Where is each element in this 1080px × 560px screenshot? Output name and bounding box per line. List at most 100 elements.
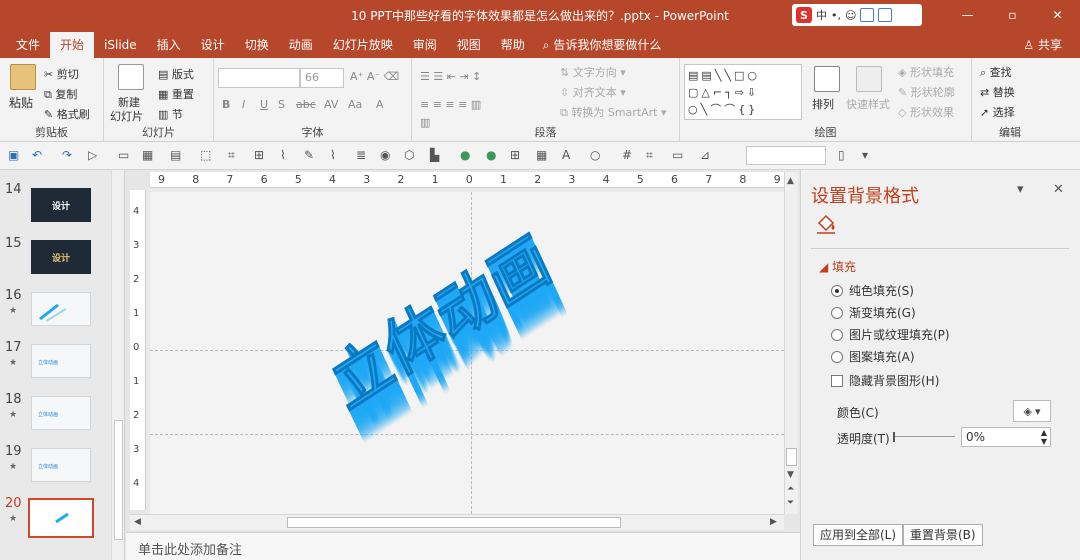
- align-qat-icon[interactable]: ⊞: [254, 148, 264, 162]
- ime-settings-icon[interactable]: [878, 8, 893, 22]
- image-icon[interactable]: ▦: [142, 148, 153, 162]
- eyedropper-icon[interactable]: ⌇: [280, 148, 286, 162]
- slide-canvas[interactable]: 立体动画 立体动画 立体动画 立体动画 立体动画 立体动画 立体动画 立体动画 立体动画 立体动画…: [150, 192, 784, 514]
- present-icon[interactable]: ▷: [88, 148, 97, 162]
- canvas-scroll-thumb[interactable]: [786, 448, 797, 466]
- find-button[interactable]: ⌕ 查找: [980, 64, 1012, 80]
- redo-icon[interactable]: ↷: [62, 148, 72, 162]
- tab-help[interactable]: 帮助: [491, 32, 535, 58]
- tab-design[interactable]: 设计: [191, 32, 235, 58]
- next-slide-icon[interactable]: ⏷: [787, 498, 794, 508]
- paste-button[interactable]: 粘贴: [9, 94, 33, 111]
- tab-animations[interactable]: 动画: [279, 32, 323, 58]
- ime-emoji-icon[interactable]: ☺: [845, 9, 856, 22]
- slide-thumb-17[interactable]: 立体动画: [31, 344, 91, 378]
- layout-qat-icon[interactable]: ▤: [170, 148, 181, 162]
- shapes-row-1[interactable]: ▤▤╲╲□○: [688, 67, 798, 84]
- font-name-combo[interactable]: [218, 68, 300, 88]
- bullets-icon[interactable]: ☰ ☰ ⇤ ⇥ ↕: [420, 70, 481, 83]
- color-qat-icon[interactable]: ▙: [430, 148, 439, 162]
- save-icon[interactable]: ▣: [8, 148, 19, 162]
- paint-bucket-icon[interactable]: [815, 214, 837, 234]
- bucket-icon[interactable]: ◉: [380, 148, 390, 162]
- underline-button[interactable]: U: [260, 98, 268, 111]
- ime-toolbar[interactable]: S 中 •, ☺: [792, 4, 922, 26]
- pattern-fill-option[interactable]: 图案填充(A): [831, 348, 915, 365]
- hash-icon[interactable]: #: [622, 148, 632, 162]
- slide-thumb-15[interactable]: 设计: [31, 240, 91, 274]
- font-size-combo[interactable]: 66: [300, 68, 344, 88]
- canvas-hscroll-thumb[interactable]: [287, 517, 621, 528]
- reset-button[interactable]: ▦ 重置: [158, 86, 194, 102]
- table-icon[interactable]: ▦: [536, 148, 547, 162]
- shapes-gallery[interactable]: ▤▤╲╲□○ ▢△⌐┐⇨⇩ ○╲⌒⌒{}: [684, 64, 802, 120]
- select-button[interactable]: ➚ 选择: [980, 104, 1015, 120]
- qat-combo[interactable]: [746, 146, 826, 165]
- screen-icon[interactable]: ▭: [672, 148, 683, 162]
- tab-transitions[interactable]: 切换: [235, 32, 279, 58]
- layout-button[interactable]: ▤ 版式: [158, 66, 194, 82]
- text-color-icon[interactable]: A: [562, 148, 570, 162]
- tab-view[interactable]: 视图: [447, 32, 491, 58]
- crop-icon[interactable]: ⌗: [228, 148, 235, 163]
- pen-icon[interactable]: ✎: [304, 148, 314, 162]
- slide-thumb-16[interactable]: [31, 292, 91, 326]
- slide-icon[interactable]: ▭: [118, 148, 129, 162]
- shapes-qat-icon[interactable]: ⬡: [404, 148, 414, 162]
- radio-button[interactable]: [831, 306, 843, 319]
- scroll-right-icon[interactable]: ▶: [770, 517, 777, 527]
- spacing-button[interactable]: AV: [324, 98, 338, 111]
- tab-slideshow[interactable]: 幻灯片放映: [323, 32, 403, 58]
- format-painter-button[interactable]: ✎ 格式刷: [44, 106, 90, 122]
- checkbox[interactable]: [831, 374, 843, 387]
- cut-button[interactable]: ✂ 剪切: [44, 66, 79, 82]
- sogou-icon[interactable]: S: [796, 7, 812, 23]
- replace-button[interactable]: ⇄ 替换: [980, 84, 1015, 100]
- share-button[interactable]: ♙ 共享: [1023, 36, 1062, 53]
- tab-file[interactable]: 文件: [6, 32, 50, 58]
- italic-button[interactable]: I: [242, 98, 245, 111]
- radio-button[interactable]: [831, 328, 843, 341]
- radio-button[interactable]: [831, 350, 843, 363]
- ime-keyboard-icon[interactable]: [860, 8, 875, 22]
- scroll-up-icon[interactable]: ▲: [787, 176, 794, 186]
- scroll-left-icon[interactable]: ◀: [134, 517, 141, 527]
- ime-mode[interactable]: 中: [816, 7, 827, 23]
- scroll-down-icon[interactable]: ▼: [787, 470, 794, 480]
- slide-thumb-19[interactable]: 立体动画: [31, 448, 91, 482]
- text-direction-button[interactable]: ⇅ 文字方向 ▾: [560, 64, 626, 80]
- stack-icon[interactable]: ≣: [356, 148, 366, 162]
- color-picker-button[interactable]: ◈ ▾: [1013, 400, 1051, 422]
- pane-options-icon[interactable]: ▾: [1017, 182, 1024, 197]
- fill-section-header[interactable]: ◢ 填充: [819, 258, 856, 275]
- paste-icon[interactable]: [10, 64, 36, 90]
- tab-home[interactable]: 开始: [50, 32, 95, 58]
- slide-thumb-18[interactable]: 立体动画: [31, 396, 91, 430]
- circle-green-2-icon[interactable]: ●: [486, 148, 496, 162]
- restore-button[interactable]: ▫: [990, 0, 1035, 30]
- shapes-row-2[interactable]: ▢△⌐┐⇨⇩: [688, 84, 798, 101]
- isometric-3d-text[interactable]: 立体动画立体动画立体动画立体动画立体动画立体动画立体动画立体动画立体动画立体动画…: [150, 192, 784, 514]
- solid-fill-option[interactable]: 纯色填充(S): [831, 282, 914, 299]
- pane-close-icon[interactable]: ✕: [1053, 182, 1064, 197]
- strike-button[interactable]: abc: [296, 98, 316, 111]
- shapes-row-3[interactable]: ○╲⌒⌒{}: [688, 101, 798, 118]
- tab-islide[interactable]: iSlide: [94, 32, 147, 58]
- transparency-input[interactable]: 0% ▲ ▼: [961, 427, 1051, 447]
- quick-styles-button[interactable]: 快速样式: [846, 96, 890, 112]
- apply-to-all-button[interactable]: 应用到全部(L): [813, 524, 904, 546]
- tell-me-search[interactable]: ⌕ 告诉我你想要做什么: [543, 32, 662, 58]
- canvas-horizontal-scrollbar[interactable]: ◀ ▶: [130, 514, 784, 530]
- grid-icon[interactable]: ⊞: [510, 148, 520, 162]
- new-slide-icon[interactable]: [118, 64, 144, 90]
- page-icon[interactable]: ▯: [838, 148, 845, 162]
- hide-background-graphics-option[interactable]: 隐藏背景图形(H): [831, 372, 939, 389]
- gradient-fill-option[interactable]: 渐变填充(G): [831, 304, 916, 321]
- shape-fill-button[interactable]: ◈ 形状填充: [898, 64, 954, 80]
- tab-review[interactable]: 审阅: [403, 32, 447, 58]
- section-button[interactable]: ▥ 节: [158, 106, 183, 122]
- shape-effects-button[interactable]: ◇ 形状效果: [898, 104, 954, 120]
- bold-button[interactable]: B: [222, 98, 230, 111]
- new-slide-label-2[interactable]: 幻灯片: [110, 108, 143, 124]
- canvas-vertical-scrollbar[interactable]: ▲ ▼ ⏶ ⏷: [784, 172, 798, 514]
